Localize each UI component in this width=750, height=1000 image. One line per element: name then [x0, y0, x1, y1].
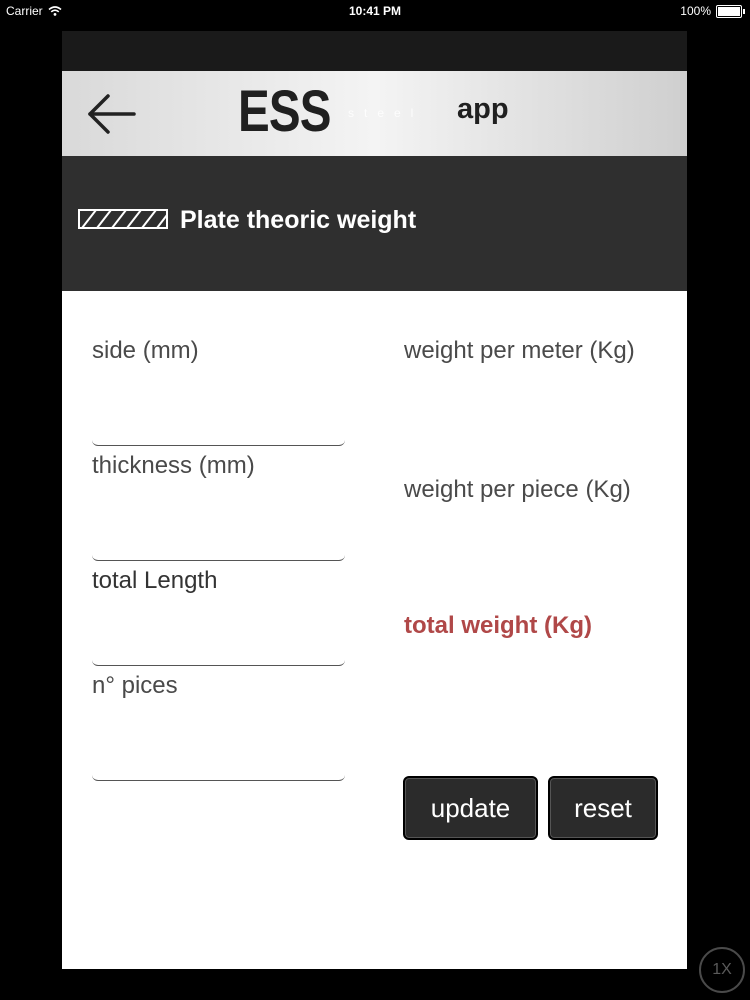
speed-badge[interactable]: 1X	[699, 947, 745, 993]
status-bar: Carrier 10:41 PM 100%	[0, 0, 750, 22]
back-arrow-icon	[88, 94, 136, 134]
pieces-input[interactable]	[92, 741, 345, 781]
weight-per-piece-label: weight per piece (Kg)	[404, 476, 631, 503]
thickness-input[interactable]	[92, 521, 345, 561]
total-weight-label: total weight (Kg)	[404, 612, 592, 639]
hatched-plate-icon	[78, 209, 168, 229]
brand-logo-app: app	[457, 93, 509, 125]
page-title: Plate theoric weight	[180, 206, 417, 234]
back-button[interactable]	[82, 89, 142, 139]
pieces-label: n° pices	[92, 672, 178, 699]
brand-logo-steel: steel	[348, 106, 424, 120]
thickness-label: thickness (mm)	[92, 452, 255, 479]
total-length-label: total Length	[92, 567, 218, 594]
status-right: 100%	[680, 4, 745, 18]
app-header: ESS steel app	[62, 71, 687, 156]
app-window: ESS steel app Plate theoric weight side …	[62, 31, 687, 969]
battery-icon	[716, 4, 745, 18]
side-input[interactable]	[92, 406, 345, 446]
brand-logo-ess: ESS	[238, 79, 332, 144]
reset-button[interactable]: reset	[548, 776, 658, 840]
total-length-input[interactable]	[92, 626, 345, 666]
weight-per-meter-label: weight per meter (Kg)	[404, 337, 635, 364]
status-time: 10:41 PM	[348, 4, 402, 18]
battery-percent: 100%	[680, 4, 711, 18]
update-button[interactable]: update	[403, 776, 538, 840]
title-bar: Plate theoric weight	[62, 156, 687, 291]
side-label: side (mm)	[92, 337, 199, 364]
top-strip	[62, 31, 687, 71]
